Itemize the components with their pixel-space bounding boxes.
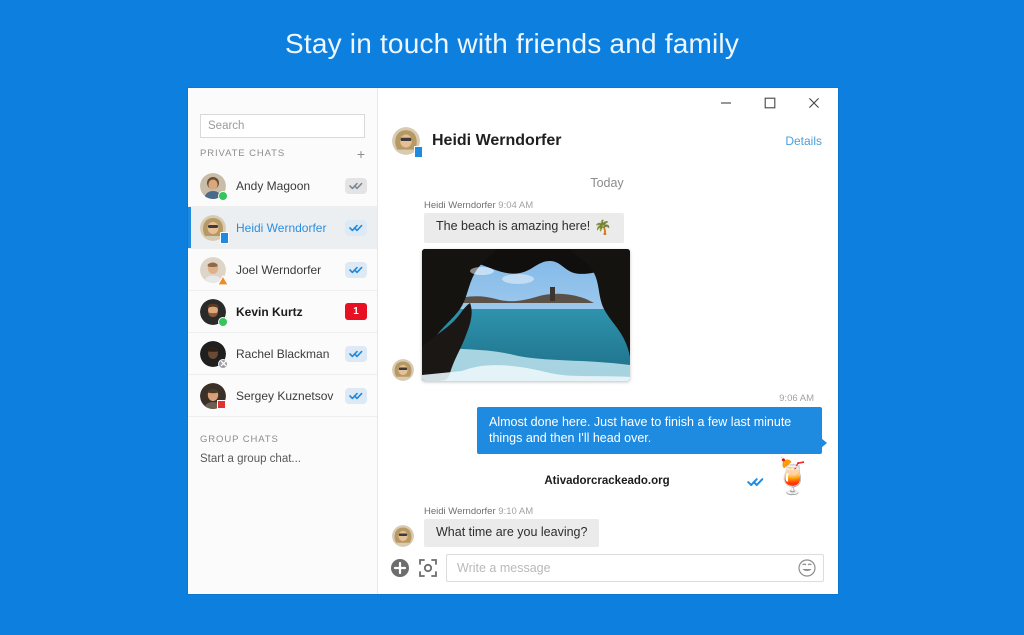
promo-title: Stay in touch with friends and family bbox=[284, 28, 740, 59]
message-row-outgoing: 9:06 AM Almost done here. Just have to f… bbox=[392, 392, 827, 455]
message-time: 9:04 AM bbox=[498, 200, 534, 211]
avatar-image bbox=[392, 524, 414, 547]
group-chats-header: GROUP CHATS bbox=[188, 417, 377, 449]
message-bubble-outgoing: Almost done here. Just have to finish a … bbox=[477, 406, 827, 455]
conversation-header: Heidi Werndorfer Details bbox=[378, 118, 838, 164]
message-sender: Heidi Werndorfer bbox=[424, 200, 496, 211]
avatar bbox=[200, 298, 228, 327]
message-meta: Heidi Werndorfer 9:04 AM bbox=[424, 200, 822, 211]
avatar bbox=[200, 382, 228, 411]
avatar bbox=[200, 340, 228, 369]
read-badge-icon bbox=[345, 219, 367, 236]
chat-list-item-heidi-werndorfer[interactable]: Heidi Werndorfer bbox=[188, 207, 377, 249]
chat-item-name: Andy Magoon bbox=[236, 178, 311, 193]
message-meta: Heidi Werndorfer 9:10 AM bbox=[424, 506, 822, 517]
chat-app-window: PRIVATE CHATS + Andy Ma bbox=[188, 88, 838, 594]
presence-mobile-icon bbox=[220, 231, 229, 244]
read-receipt-icon bbox=[747, 474, 764, 492]
presence-mobile-icon bbox=[414, 146, 423, 158]
palm-tree-emoji-icon: 🌴 bbox=[594, 219, 612, 235]
private-chats-label: PRIVATE CHATS bbox=[200, 148, 286, 159]
read-badge-icon bbox=[345, 261, 367, 278]
minimize-button[interactable] bbox=[704, 88, 748, 118]
avatar bbox=[200, 256, 229, 286]
message-sender: Heidi Werndorfer bbox=[424, 506, 496, 518]
avatar bbox=[200, 172, 228, 201]
message-row-incoming: The beach is amazing here! 🌴 bbox=[392, 213, 822, 243]
message-photo-attachment[interactable] bbox=[422, 248, 630, 381]
details-link[interactable]: Details bbox=[785, 134, 822, 148]
message-time: 9:10 AM bbox=[498, 506, 534, 518]
chat-list-item-rachel-blackman[interactable]: Rachel Blackman bbox=[188, 333, 377, 375]
message-composer bbox=[378, 550, 838, 594]
group-chats-label: GROUP CHATS bbox=[200, 434, 279, 445]
chat-list-item-sergey-kuznetsov[interactable]: Sergey Kuznetsov bbox=[188, 375, 377, 417]
sea-cave-photo bbox=[422, 248, 630, 381]
smiley-icon[interactable] bbox=[798, 559, 816, 577]
message-bubble-incoming: The beach is amazing here! 🌴 bbox=[424, 213, 624, 243]
tropical-drink-emoji-icon: 🍹 bbox=[771, 458, 814, 497]
chat-item-name: Rachel Blackman bbox=[236, 346, 330, 361]
message-time: 9:06 AM bbox=[779, 392, 814, 404]
search-container bbox=[188, 88, 377, 138]
search-input[interactable] bbox=[200, 114, 365, 138]
close-button[interactable] bbox=[792, 88, 836, 118]
chat-item-name: Sergey Kuznetsov bbox=[236, 388, 334, 403]
avatar bbox=[200, 214, 229, 244]
maximize-icon bbox=[764, 97, 776, 109]
watermark-row: Ativadorcrackeado.org 🍹 bbox=[392, 458, 822, 504]
message-bubble-incoming: What time are you leaving? bbox=[424, 519, 600, 547]
read-badge-icon bbox=[345, 345, 367, 362]
presence-available-icon bbox=[218, 316, 228, 327]
message-row-photo bbox=[392, 248, 822, 381]
watermark-text: Ativadorcrackeado.org bbox=[544, 475, 670, 488]
contact-avatar[interactable] bbox=[392, 127, 423, 158]
delivered-badge-icon bbox=[345, 177, 367, 194]
chat-item-name: Joel Werndorfer bbox=[236, 262, 322, 277]
minimize-icon bbox=[721, 102, 731, 104]
chat-list-item-joel-werndorfer[interactable]: Joel Werndorfer bbox=[188, 249, 377, 291]
unread-count-badge: 1 bbox=[345, 303, 367, 320]
chat-item-name: Kevin Kurtz bbox=[236, 304, 303, 319]
plus-circle-icon[interactable] bbox=[390, 558, 410, 578]
close-icon bbox=[809, 98, 819, 108]
presence-away-icon bbox=[217, 274, 229, 286]
private-chat-list: Andy Magoon Heidi Werndorfer Joel Werndo… bbox=[188, 165, 377, 417]
message-input-field[interactable] bbox=[446, 554, 824, 582]
day-separator: Today bbox=[590, 176, 624, 190]
chat-list-item-kevin-kurtz[interactable]: Kevin Kurtz 1 bbox=[188, 291, 377, 333]
message-text: The beach is amazing here! bbox=[436, 219, 591, 233]
message-row-incoming: What time are you leaving? bbox=[392, 519, 822, 547]
page-title: Heidi Werndorfer bbox=[432, 132, 562, 149]
conversation-pane: Heidi Werndorfer Details Today Heidi Wer… bbox=[378, 88, 838, 594]
chat-item-name: Heidi Werndorfer bbox=[236, 220, 327, 235]
camera-icon[interactable] bbox=[418, 558, 438, 578]
maximize-button[interactable] bbox=[748, 88, 792, 118]
window-titlebar bbox=[378, 88, 838, 118]
message-input[interactable] bbox=[447, 561, 823, 575]
add-chat-icon[interactable]: + bbox=[357, 147, 365, 161]
read-badge-icon bbox=[345, 387, 367, 404]
avatar-image bbox=[392, 358, 414, 381]
presence-busy-icon bbox=[217, 399, 228, 411]
chat-list-item-andy-magoon[interactable]: Andy Magoon bbox=[188, 165, 377, 207]
presence-offline-icon bbox=[218, 358, 228, 369]
sidebar: PRIVATE CHATS + Andy Ma bbox=[188, 88, 378, 594]
start-group-chat-link[interactable]: Start a group chat... bbox=[188, 449, 377, 469]
message-list: Today Heidi Werndorfer 9:04 AM The beach… bbox=[378, 164, 838, 550]
private-chats-header: PRIVATE CHATS + bbox=[188, 138, 377, 165]
presence-available-icon bbox=[218, 190, 228, 201]
